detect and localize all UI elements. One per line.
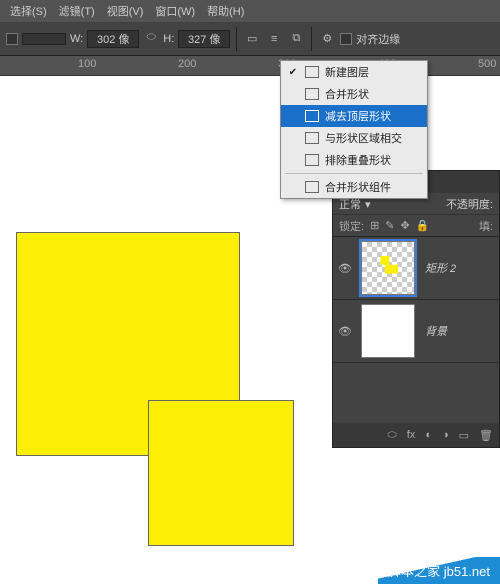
- ruler-tick-label: 100: [78, 58, 96, 70]
- link-icon[interactable]: ⬭: [143, 31, 159, 47]
- menu-new-layer[interactable]: ✔ 新建图层: [281, 61, 427, 83]
- menu-label: 减去顶层形状: [325, 108, 391, 124]
- path-ops-icon[interactable]: ▭: [243, 30, 261, 48]
- menu-help[interactable]: 帮助(H): [201, 3, 250, 19]
- fx-icon[interactable]: fx: [407, 429, 416, 441]
- layer-name[interactable]: 背景: [419, 323, 499, 339]
- ruler-tick-label: 200: [178, 58, 196, 70]
- layer-thumbnail[interactable]: [361, 304, 415, 358]
- menu-filter[interactable]: 滤镜(T): [53, 3, 101, 19]
- layers-footer: ⬭ fx ◐ ◑ ▭ 🗑: [333, 423, 499, 447]
- height-label: H:: [163, 33, 174, 45]
- menu-label: 新建图层: [325, 64, 369, 80]
- menu-label: 合并形状: [325, 86, 369, 102]
- height-input[interactable]: 327 像: [178, 30, 230, 48]
- merge-comp-icon: [305, 181, 319, 193]
- menu-bar: 选择(S) 滤镜(T) 视图(V) 窗口(W) 帮助(H): [0, 0, 500, 22]
- layers-empty: [333, 363, 499, 423]
- visibility-icon[interactable]: 👁: [333, 300, 357, 362]
- menu-window[interactable]: 窗口(W): [149, 3, 201, 19]
- exclude-icon: [305, 154, 319, 166]
- menu-separator: [285, 173, 423, 174]
- lock-pixels-icon[interactable]: ✎: [385, 219, 394, 232]
- watermark: 脚本之家 jb51.net: [378, 557, 500, 584]
- adjustment-icon[interactable]: ◑: [442, 429, 449, 441]
- options-bar: W: 302 像 ⬭ H: 327 像 ▭ ≡ ⧉ ⚙ 对齐边缘: [0, 22, 500, 56]
- intersect-icon: [305, 132, 319, 144]
- align-edges-checkbox[interactable]: [340, 33, 352, 45]
- width-input[interactable]: 302 像: [87, 30, 139, 48]
- trash-icon[interactable]: 🗑: [479, 429, 493, 442]
- folder-icon[interactable]: ▭: [459, 429, 469, 442]
- thumb-shape: [376, 256, 398, 278]
- menu-merge-shapes[interactable]: 合并形状: [281, 83, 427, 105]
- menu-label: 与形状区域相交: [325, 130, 402, 146]
- mask-icon[interactable]: ◐: [425, 429, 432, 441]
- menu-intersect[interactable]: 与形状区域相交: [281, 127, 427, 149]
- layer-row-1[interactable]: 👁 矩形 2: [333, 237, 499, 300]
- lock-trans-icon[interactable]: ⊞: [370, 219, 379, 232]
- gear-icon[interactable]: ⚙: [318, 30, 336, 48]
- check-icon: ✔: [287, 67, 299, 78]
- menu-subtract-front[interactable]: 减去顶层形状: [281, 105, 427, 127]
- merge-icon: [305, 88, 319, 100]
- menu-select[interactable]: 选择(S): [4, 3, 53, 19]
- arrange-icon[interactable]: ⧉: [287, 30, 305, 48]
- fill-label: 填:: [479, 218, 493, 234]
- width-label: W:: [70, 33, 83, 45]
- menu-exclude[interactable]: 排除重叠形状: [281, 149, 427, 171]
- menu-merge-components[interactable]: 合并形状组件: [281, 176, 427, 198]
- layer-thumbnail[interactable]: [361, 241, 415, 295]
- layer-name[interactable]: 矩形 2: [419, 260, 499, 276]
- path-operations-menu: ✔ 新建图层 合并形状 减去顶层形状 与形状区域相交 排除重叠形状 合并形状组件: [280, 60, 428, 199]
- subtract-icon: [305, 110, 319, 122]
- menu-label: 合并形状组件: [325, 179, 391, 195]
- ruler-tick-label: 500: [478, 58, 496, 70]
- visibility-icon[interactable]: 👁: [333, 237, 357, 299]
- lock-row: 锁定: ⊞ ✎ ✥ 🔒 填:: [333, 215, 499, 237]
- align-edges-label: 对齐边缘: [356, 31, 400, 47]
- lock-all-icon[interactable]: 🔒: [416, 219, 430, 232]
- link-layers-icon[interactable]: ⬭: [387, 429, 396, 442]
- lock-label: 锁定:: [339, 218, 364, 234]
- opacity-label: 不透明度:: [446, 196, 493, 212]
- shape-rect-2[interactable]: [148, 400, 294, 546]
- layer-row-2[interactable]: 👁 背景: [333, 300, 499, 363]
- menu-label: 排除重叠形状: [325, 152, 391, 168]
- separator: [236, 27, 237, 51]
- lock-pos-icon[interactable]: ✥: [401, 219, 410, 232]
- layers-panel: ⇄ T ◫ 正常 不透明度: 锁定: ⊞ ✎ ✥ 🔒 填: 👁 矩形 2 👁 背…: [332, 170, 500, 448]
- separator: [311, 27, 312, 51]
- tool-checkbox[interactable]: [6, 33, 18, 45]
- stroke-style[interactable]: [22, 33, 66, 45]
- menu-view[interactable]: 视图(V): [101, 3, 150, 19]
- align-icon[interactable]: ≡: [265, 30, 283, 48]
- new-layer-icon: [305, 66, 319, 78]
